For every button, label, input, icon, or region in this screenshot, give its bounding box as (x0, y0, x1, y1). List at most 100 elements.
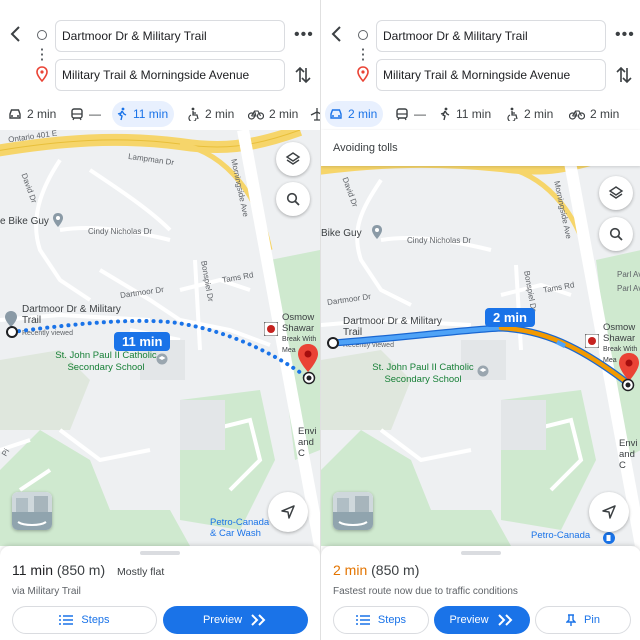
mode-tab-cycling[interactable]: 2 min (565, 101, 625, 127)
directions-header: Dartmoor Dr & Military Trail Military Tr… (321, 0, 640, 96)
my-location-button[interactable] (268, 492, 308, 532)
avoiding-tolls-banner[interactable]: Avoiding tolls (321, 130, 640, 166)
search-button[interactable] (599, 217, 633, 251)
search-icon (286, 192, 300, 206)
back-arrow-icon[interactable] (6, 22, 26, 46)
route-end-icon (621, 378, 635, 392)
mode-label: 2 min (590, 107, 620, 121)
car-icon (330, 109, 342, 119)
street-view-icon (333, 492, 373, 530)
sheet-drag-handle[interactable] (461, 551, 501, 555)
route-summary-sheet: 11 min (850 m) Mostly flat via Military … (0, 546, 320, 640)
mode-tab-walking[interactable]: 11 min (435, 101, 497, 127)
mode-tab-walking[interactable]: 11 min (112, 101, 175, 127)
mode-label: 2 min (348, 107, 378, 121)
driving-directions-panel: Dartmoor Dr & Military Trail Military Tr… (320, 0, 640, 640)
mode-label: 11 min (133, 107, 169, 121)
more-options-icon[interactable]: ••• (294, 26, 313, 46)
car-icon (9, 109, 21, 119)
route-distance: (850 m) (56, 562, 106, 578)
route-summary-sheet: 2 min (850 m) Fastest route now due to t… (321, 546, 640, 640)
sheet-drag-handle[interactable] (140, 551, 180, 555)
layers-button[interactable] (599, 176, 633, 210)
destination-marker-icon (298, 344, 318, 372)
walk-icon (440, 107, 450, 121)
layers-icon (608, 186, 624, 199)
swap-icon[interactable] (294, 64, 312, 86)
origin-circle-icon (37, 30, 47, 40)
steps-button[interactable]: Steps (12, 606, 157, 634)
route-time-bubble[interactable]: 11 min (114, 332, 171, 351)
origin-input[interactable]: Dartmoor Dr & Military Trail (55, 20, 285, 52)
route-duration: 2 min (333, 562, 368, 578)
mode-label: 2 min (27, 107, 57, 121)
transit-icon (71, 107, 83, 120)
street-view-icon (12, 492, 52, 530)
mode-tab-driving[interactable]: 2 min (4, 101, 62, 127)
mode-label: — (89, 107, 101, 121)
route-distance: (850 m) (371, 562, 420, 578)
mode-tab-driving[interactable]: 2 min (325, 101, 384, 127)
steps-label: Steps (377, 614, 407, 626)
preview-button[interactable]: Preview (434, 606, 530, 634)
layers-button[interactable] (276, 142, 310, 176)
origin-circle-icon (358, 30, 368, 40)
mode-tab-transit[interactable]: — (391, 101, 432, 127)
route-end-icon (302, 371, 316, 385)
route-time-bubble[interactable]: 2 min (485, 308, 535, 327)
route-start-icon (327, 337, 339, 349)
transit-icon (396, 107, 408, 120)
mode-label: 2 min (269, 107, 299, 121)
steps-label: Steps (81, 614, 110, 626)
layers-icon (285, 152, 301, 165)
mode-tab-cycling[interactable]: 2 min (244, 101, 304, 127)
steps-button[interactable]: Steps (333, 606, 429, 634)
destination-input[interactable]: Military Trail & Morningside Avenue (55, 59, 285, 91)
search-icon (609, 227, 623, 241)
destination-pin-icon (357, 66, 369, 82)
route-dots-icon (41, 47, 43, 61)
more-options-icon[interactable]: ••• (615, 26, 634, 46)
navigation-arrow-icon (602, 505, 616, 519)
directions-header: Dartmoor Dr & Military Trail Military Tr… (0, 0, 320, 96)
route-dots-icon (362, 47, 364, 61)
pin-button[interactable]: Pin (535, 606, 631, 634)
street-view-thumbnail[interactable] (12, 492, 52, 530)
mode-tab-accessible[interactable]: 2 min (503, 101, 559, 127)
route-note: Mostly flat (117, 566, 165, 578)
route-traffic-note: Fastest route now due to traffic conditi… (333, 586, 518, 597)
mode-tab-flight[interactable] (306, 101, 320, 127)
double-chevron-icon (251, 614, 266, 626)
route-start-icon (6, 326, 18, 338)
destination-input[interactable]: Military Trail & Morningside Avenue (376, 59, 606, 91)
destination-pin-icon (36, 66, 48, 82)
pin-label: Pin (584, 614, 600, 626)
preview-label: Preview (449, 614, 489, 626)
mode-label: 2 min (205, 107, 235, 121)
my-location-button[interactable] (589, 492, 629, 532)
map-view[interactable]: Ontario 401 E Lampman Dr Morningside Ave… (0, 130, 320, 546)
back-arrow-icon[interactable] (327, 22, 347, 46)
walk-icon (117, 107, 127, 121)
pin-icon (566, 613, 577, 626)
preview-button[interactable]: Preview (163, 606, 308, 634)
origin-input[interactable]: Dartmoor Dr & Military Trail (376, 20, 606, 52)
swap-icon[interactable] (615, 64, 633, 86)
route-duration: 11 min (12, 562, 53, 578)
travel-mode-tabs: 2 min — 11 min 2 min 2 min (0, 98, 320, 130)
travel-mode-tabs: 2 min — 11 min 2 min 2 min (321, 98, 640, 130)
mode-tab-transit[interactable]: — (66, 101, 107, 127)
search-button[interactable] (276, 182, 310, 216)
map-view[interactable]: Morningside Ave David Dr Cindy Nicholas … (321, 130, 640, 546)
list-icon (59, 615, 74, 625)
list-icon (355, 615, 370, 625)
navigation-arrow-icon (281, 505, 295, 519)
mode-label: 11 min (456, 107, 492, 121)
wheelchair-icon (188, 107, 199, 121)
mode-tab-accessible[interactable]: 2 min (184, 101, 240, 127)
bike-icon (248, 110, 264, 120)
walking-directions-panel: Dartmoor Dr & Military Trail Military Tr… (0, 0, 320, 640)
mode-label: — (414, 107, 426, 121)
street-view-thumbnail[interactable] (333, 492, 373, 530)
route-summary: 2 min (850 m) (333, 562, 419, 578)
